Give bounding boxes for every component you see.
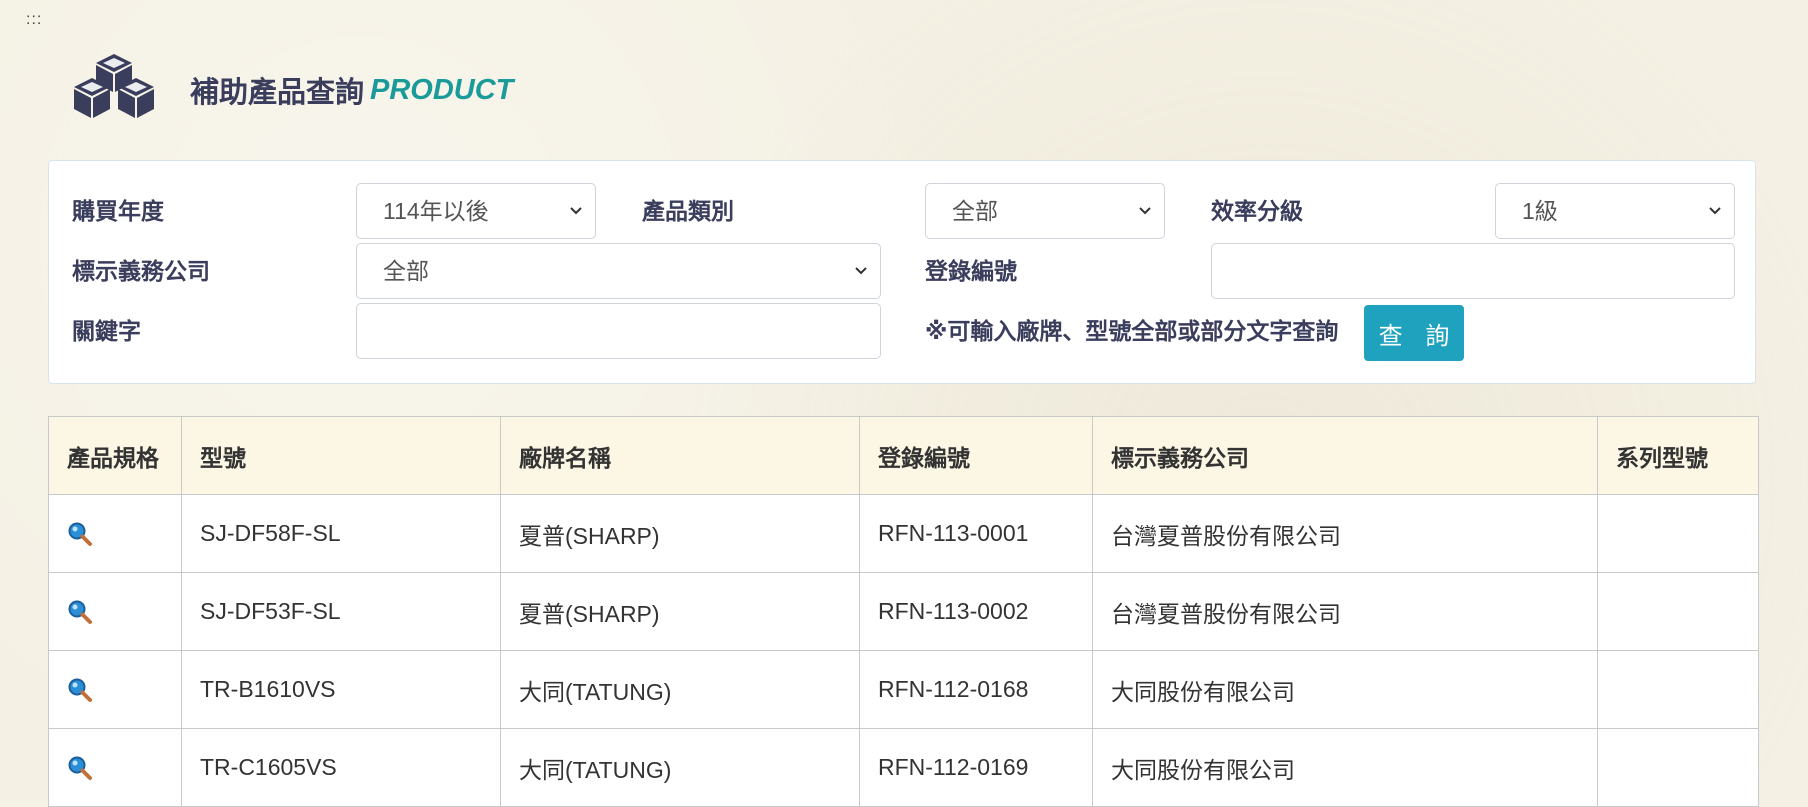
efficiency-grade-value: 1級 xyxy=(1522,198,1558,224)
drag-handle[interactable]: ::: xyxy=(26,12,42,28)
company-cell: 台灣夏普股份有限公司 xyxy=(1092,494,1598,573)
purchase-year-select[interactable]: 114年以後 xyxy=(356,183,596,239)
page-header: 補助產品查詢 PRODUCT xyxy=(68,40,513,140)
series-cell xyxy=(1597,572,1759,651)
chevron-down-icon xyxy=(1139,207,1151,215)
spec-cell xyxy=(48,494,182,573)
series-cell xyxy=(1597,650,1759,729)
table-row: TR-B1610VS 大同(TATUNG) RFN-112-0168 大同股份有… xyxy=(48,650,1759,729)
cubes-icon xyxy=(74,54,154,118)
col-header-model: 型號 xyxy=(181,416,501,495)
search-form: 購買年度 114年以後 產品類別 全部 效率分級 1級 標示義務公司 全部 登錄… xyxy=(48,160,1756,384)
reg-no-cell: RFN-112-0168 xyxy=(859,650,1093,729)
chevron-down-icon xyxy=(855,267,867,275)
company-cell: 大同股份有限公司 xyxy=(1092,650,1598,729)
reg-no-cell: RFN-112-0169 xyxy=(859,728,1093,807)
col-header-brand: 廠牌名稱 xyxy=(500,416,860,495)
efficiency-grade-label: 效率分級 xyxy=(1211,198,1303,224)
model-cell: SJ-DF53F-SL xyxy=(181,572,501,651)
magnifier-icon[interactable] xyxy=(67,755,93,781)
page-title: 補助產品查詢 xyxy=(190,77,365,109)
registration-no-input[interactable] xyxy=(1211,243,1735,299)
company-cell: 大同股份有限公司 xyxy=(1092,728,1598,807)
col-header-reg-no: 登錄編號 xyxy=(859,416,1093,495)
product-category-select[interactable]: 全部 xyxy=(925,183,1165,239)
search-hint: ※可輸入廠牌、型號全部或部分文字查詢 xyxy=(925,318,1339,344)
brand-cell: 大同(TATUNG) xyxy=(500,728,860,807)
brand-cell: 大同(TATUNG) xyxy=(500,650,860,729)
product-category-value: 全部 xyxy=(952,198,998,224)
spec-cell xyxy=(48,728,182,807)
registration-no-label: 登錄編號 xyxy=(925,258,1017,284)
model-cell: TR-C1605VS xyxy=(181,728,501,807)
reg-no-cell: RFN-113-0001 xyxy=(859,494,1093,573)
product-category-label: 產品類別 xyxy=(642,198,734,224)
magnifier-icon[interactable] xyxy=(67,677,93,703)
company-cell: 台灣夏普股份有限公司 xyxy=(1092,572,1598,651)
chevron-down-icon xyxy=(1709,207,1721,215)
table-row: SJ-DF58F-SL 夏普(SHARP) RFN-113-0001 台灣夏普股… xyxy=(48,494,1759,573)
table-header-row: 產品規格 型號 廠牌名稱 登錄編號 標示義務公司 系列型號 xyxy=(48,416,1759,495)
table-row: TR-C1605VS 大同(TATUNG) RFN-112-0169 大同股份有… xyxy=(48,728,1759,807)
query-button[interactable]: 查 詢 xyxy=(1364,305,1464,361)
table-row: SJ-DF53F-SL 夏普(SHARP) RFN-113-0002 台灣夏普股… xyxy=(48,572,1759,651)
purchase-year-value: 114年以後 xyxy=(383,198,489,224)
reg-no-cell: RFN-113-0002 xyxy=(859,572,1093,651)
col-header-series: 系列型號 xyxy=(1597,416,1759,495)
model-cell: TR-B1610VS xyxy=(181,650,501,729)
magnifier-icon[interactable] xyxy=(67,599,93,625)
col-header-company: 標示義務公司 xyxy=(1092,416,1598,495)
col-header-spec: 產品規格 xyxy=(48,416,182,495)
spec-cell xyxy=(48,572,182,651)
spec-cell xyxy=(48,650,182,729)
brand-cell: 夏普(SHARP) xyxy=(500,572,860,651)
labeling-company-select[interactable]: 全部 xyxy=(356,243,881,299)
brand-cell: 夏普(SHARP) xyxy=(500,494,860,573)
page-title-en: PRODUCT xyxy=(370,73,514,106)
labeling-company-label: 標示義務公司 xyxy=(72,258,210,284)
series-cell xyxy=(1597,494,1759,573)
keyword-label: 關鍵字 xyxy=(72,318,141,344)
series-cell xyxy=(1597,728,1759,807)
chevron-down-icon xyxy=(570,207,582,215)
magnifier-icon[interactable] xyxy=(67,521,93,547)
keyword-input[interactable] xyxy=(356,303,881,359)
purchase-year-label: 購買年度 xyxy=(72,198,164,224)
model-cell: SJ-DF58F-SL xyxy=(181,494,501,573)
results-table: 產品規格 型號 廠牌名稱 登錄編號 標示義務公司 系列型號 SJ-DF58F-S… xyxy=(48,416,1759,807)
labeling-company-value: 全部 xyxy=(383,258,429,284)
efficiency-grade-select[interactable]: 1級 xyxy=(1495,183,1735,239)
